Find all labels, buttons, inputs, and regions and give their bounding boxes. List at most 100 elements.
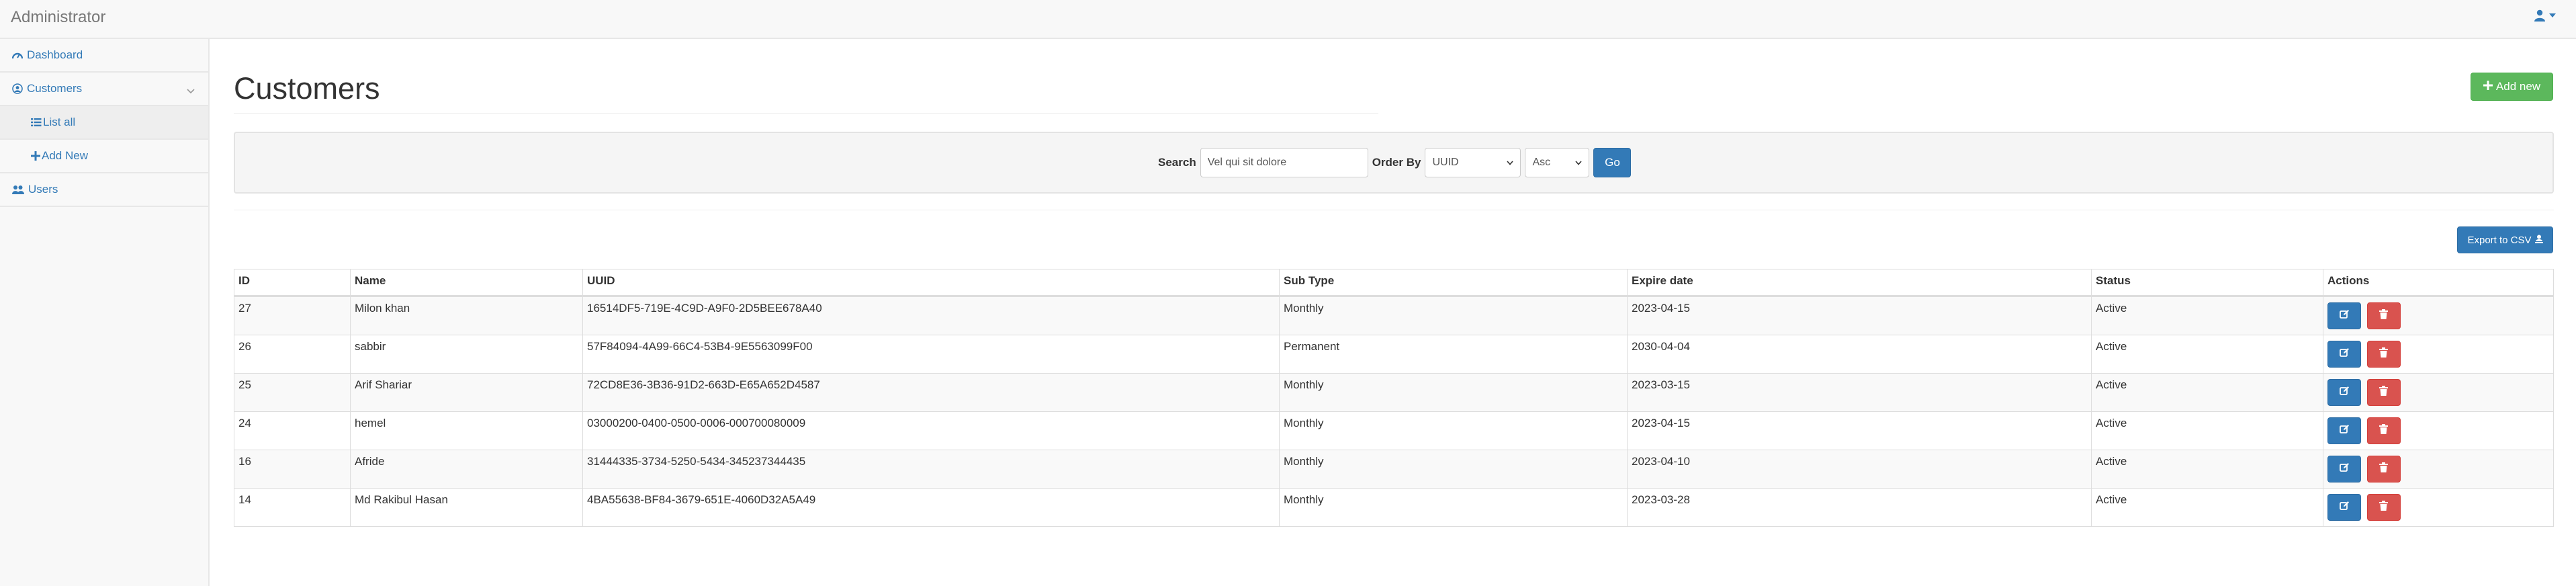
sidebar-item-label: Add New	[42, 149, 88, 162]
export-csv-label: Export to CSV	[2467, 234, 2532, 246]
cell-uuid: 03000200-0400-0500-0006-000700080009	[582, 411, 1280, 450]
sort-direction-select[interactable]: Asc	[1525, 148, 1590, 177]
table-row: 16 Afride 31444335-3734-5250-5434-345237…	[234, 450, 2554, 489]
delete-button[interactable]	[2366, 302, 2401, 329]
edit-button[interactable]	[2327, 302, 2361, 329]
search-form: Search Order By UUID Asc Go	[1158, 148, 1632, 177]
customers-table: ID Name UUID Sub Type Expire date Status…	[234, 269, 2554, 527]
edit-button[interactable]	[2327, 379, 2361, 406]
cell-sub-type: Monthly	[1279, 296, 1628, 335]
order-by-select[interactable]: UUID	[1425, 148, 1521, 177]
sidebar-item-list-all[interactable]: List all	[0, 106, 208, 140]
edit-icon	[2339, 347, 2350, 361]
add-new-button[interactable]: Add new	[2471, 73, 2553, 101]
cell-sub-type: Monthly	[1279, 373, 1628, 412]
cell-actions	[2323, 296, 2554, 335]
cell-uuid: 16514DF5-719E-4C9D-A9F0-2D5BEE678A40	[582, 296, 1280, 335]
sidebar-item-label: Customers	[27, 82, 83, 95]
column-header-name[interactable]: Name	[350, 269, 583, 297]
edit-icon	[2339, 309, 2350, 323]
cell-expire-date: 2023-04-15	[1627, 296, 2092, 335]
user-circle-icon	[12, 83, 23, 94]
trash-icon	[2379, 347, 2389, 361]
column-header-status[interactable]: Status	[2091, 269, 2323, 297]
cell-id: 26	[234, 335, 351, 374]
user-icon	[2534, 9, 2545, 22]
trash-icon	[2379, 501, 2389, 514]
cell-uuid: 31444335-3734-5250-5434-345237344435	[582, 450, 1280, 489]
table-row: 25 Arif Shariar 72CD8E36-3B36-91D2-663D-…	[234, 373, 2554, 412]
sidebar-item-add-new[interactable]: Add New	[0, 140, 208, 173]
cell-actions	[2323, 335, 2554, 374]
delete-button[interactable]	[2366, 494, 2401, 521]
cell-sub-type: Permanent	[1279, 335, 1628, 374]
table-row: 27 Milon khan 16514DF5-719E-4C9D-A9F0-2D…	[234, 296, 2554, 335]
sidebar-item-customers[interactable]: Customers	[0, 73, 208, 106]
cell-sub-type: Monthly	[1279, 488, 1628, 527]
plus-icon	[2483, 80, 2493, 93]
trash-icon	[2379, 462, 2389, 476]
table-header-row: ID Name UUID Sub Type Expire date Status…	[234, 269, 2554, 297]
sidebar: Dashboard Customers List all Add New Use…	[0, 39, 210, 586]
cell-sub-type: Monthly	[1279, 411, 1628, 450]
trash-icon	[2379, 386, 2389, 399]
go-button[interactable]: Go	[1593, 148, 1632, 177]
chevron-down-icon	[1575, 157, 1583, 169]
title-divider	[234, 113, 1378, 114]
cell-id: 16	[234, 450, 351, 489]
cell-name: Milon khan	[350, 296, 583, 335]
cell-status: Active	[2091, 411, 2323, 450]
export-icon	[2534, 235, 2543, 246]
edit-button[interactable]	[2327, 341, 2361, 368]
column-header-uuid[interactable]: UUID	[582, 269, 1280, 297]
column-header-sub-type[interactable]: Sub Type	[1279, 269, 1628, 297]
edit-icon	[2339, 424, 2350, 437]
sidebar-item-users[interactable]: Users	[0, 173, 208, 207]
user-menu[interactable]	[2534, 9, 2556, 22]
brand-title[interactable]: Administrator	[11, 8, 105, 27]
table-body: 27 Milon khan 16514DF5-719E-4C9D-A9F0-2D…	[234, 296, 2554, 527]
sidebar-item-label: List all	[43, 116, 76, 128]
cell-name: hemel	[350, 411, 583, 450]
table-row: 24 hemel 03000200-0400-0500-0006-0007000…	[234, 411, 2554, 450]
trash-icon	[2379, 424, 2389, 437]
delete-button[interactable]	[2366, 417, 2401, 444]
column-header-expire-date[interactable]: Expire date	[1627, 269, 2092, 297]
cell-id: 25	[234, 373, 351, 412]
cell-expire-date: 2023-04-15	[1627, 411, 2092, 450]
cell-expire-date: 2023-04-10	[1627, 450, 2092, 489]
cell-expire-date: 2023-03-28	[1627, 488, 2092, 527]
export-csv-button[interactable]: Export to CSV	[2457, 226, 2553, 253]
delete-button[interactable]	[2366, 456, 2401, 483]
sidebar-item-dashboard[interactable]: Dashboard	[0, 39, 208, 73]
edit-button[interactable]	[2327, 494, 2361, 521]
cell-uuid: 72CD8E36-3B36-91D2-663D-E65A652D4587	[582, 373, 1280, 412]
cell-expire-date: 2023-03-15	[1627, 373, 2092, 412]
order-by-label: Order By	[1372, 156, 1421, 169]
edit-button[interactable]	[2327, 456, 2361, 483]
cell-name: sabbir	[350, 335, 583, 374]
delete-button[interactable]	[2366, 379, 2401, 406]
edit-button[interactable]	[2327, 417, 2361, 444]
edit-icon	[2339, 462, 2350, 476]
cell-actions	[2323, 450, 2554, 489]
delete-button[interactable]	[2366, 341, 2401, 368]
chevron-down-icon	[187, 84, 195, 97]
sort-direction-value: Asc	[1532, 157, 1551, 168]
column-header-actions: Actions	[2323, 269, 2554, 297]
column-header-id[interactable]: ID	[234, 269, 351, 297]
caret-down-icon	[2549, 13, 2556, 17]
cell-status: Active	[2091, 373, 2323, 412]
cell-uuid: 57F84094-4A99-66C4-53B4-9E5563099F00	[582, 335, 1280, 374]
cell-actions	[2323, 488, 2554, 527]
cell-name: Arif Shariar	[350, 373, 583, 412]
edit-icon	[2339, 501, 2350, 514]
sidebar-item-label: Users	[28, 183, 58, 196]
search-input[interactable]	[1200, 148, 1368, 177]
cell-name: Afride	[350, 450, 583, 489]
sidebar-item-label: Dashboard	[27, 48, 83, 61]
cell-sub-type: Monthly	[1279, 450, 1628, 489]
add-new-label: Add new	[2495, 80, 2541, 93]
trash-icon	[2379, 309, 2389, 323]
cell-actions	[2323, 373, 2554, 412]
